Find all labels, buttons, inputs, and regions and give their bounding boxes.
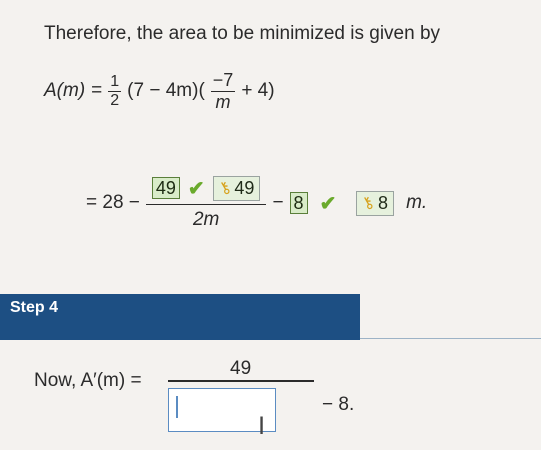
equals-28-minus: = 28 −: [86, 192, 140, 213]
area-simplified: = 28 − 49 ✔ ⚷ 49 2m − 8 ✔ ⚷ 8 m.: [86, 168, 427, 238]
equals-sign: =: [91, 80, 103, 101]
key-icon: ⚷: [359, 193, 378, 214]
ibeam-cursor-icon: I: [258, 412, 266, 440]
answer-fraction-denominator: 2m: [192, 208, 220, 230]
derivative-fraction-bar: [168, 380, 314, 382]
area-formula: A(m) = 1 2 (7 − 4m)( −7 m + 4): [44, 64, 275, 118]
answer-key-box-2[interactable]: ⚷ 8: [356, 190, 395, 216]
intro-text: Therefore, the area to be minimized is g…: [44, 23, 441, 44]
answer-box-2[interactable]: 8: [289, 192, 308, 214]
answer-key-value-1: 49: [234, 177, 255, 198]
check-icon: ✔: [187, 177, 205, 200]
paren-tail: + 4): [241, 80, 275, 101]
answer-key-box-1[interactable]: ⚷ 49: [212, 175, 261, 201]
answer-fraction: 49 ✔ ⚷ 49 2m: [145, 175, 267, 231]
answer-box-1[interactable]: 49: [151, 177, 180, 199]
derivative-tail: − 8.: [322, 394, 355, 415]
text-caret: [176, 396, 178, 418]
key-icon: ⚷: [215, 178, 235, 199]
fraction-numerator: −7: [210, 69, 236, 92]
half-fraction: 1 2: [108, 72, 122, 110]
derivative-lead: Now, A′(m) =: [34, 370, 142, 391]
check-icon: ✔: [319, 192, 337, 215]
step-divider: [360, 338, 541, 339]
half-numerator: 1: [108, 72, 122, 92]
neg7-over-m-fraction: −7 m: [210, 69, 236, 113]
unit-label: m.: [406, 192, 428, 213]
derivative-numerator: 49: [230, 358, 252, 379]
answer-fraction-numerator: 49 ✔ ⚷ 49: [145, 175, 267, 205]
paren-expression: (7 − 4m)(: [127, 80, 205, 101]
area-function-label: A(m): [44, 80, 86, 101]
answer-key-value-2: 8: [378, 192, 389, 213]
fraction-denominator: m: [215, 91, 231, 112]
step-title: Step 4: [10, 299, 59, 316]
half-denominator: 2: [110, 91, 120, 109]
minus-sign: −: [272, 192, 284, 213]
